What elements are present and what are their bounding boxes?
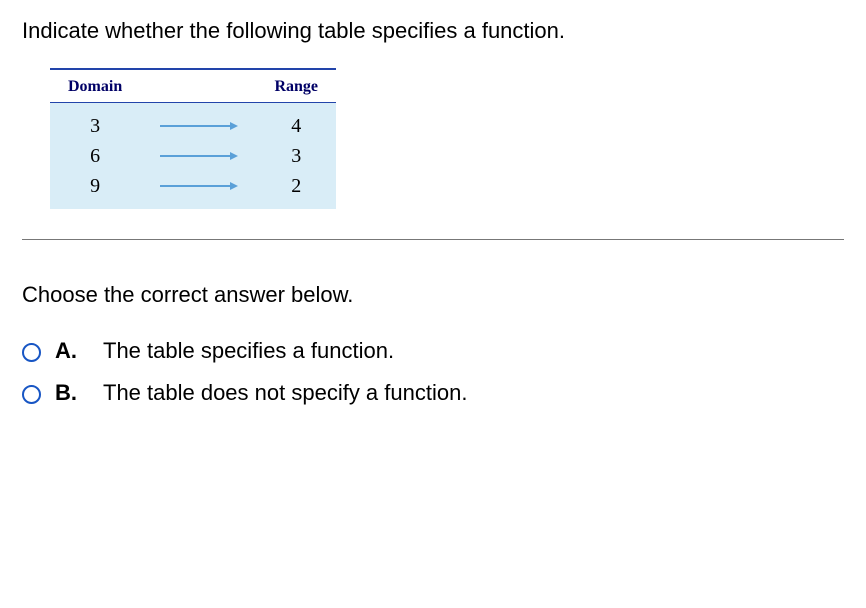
table-row: 6 3 [50,141,336,171]
domain-value: 6 [50,141,140,171]
choices-group: A. The table specifies a function. B. Th… [22,338,844,406]
arrow-icon [158,143,238,169]
radio-icon[interactable] [22,385,41,404]
range-header: Range [256,69,336,103]
domain-value: 3 [50,103,140,142]
choice-text: The table specifies a function. [103,338,394,364]
range-value: 3 [256,141,336,171]
mapping-table: Domain Range 3 4 6 3 9 [50,68,336,209]
answer-prompt: Choose the correct answer below. [22,282,844,308]
table-row: 3 4 [50,103,336,142]
arrow-icon [158,173,238,199]
arrow-cell [140,141,256,171]
arrow-icon [158,113,238,139]
range-value: 4 [256,103,336,142]
domain-value: 9 [50,171,140,209]
choice-a[interactable]: A. The table specifies a function. [22,338,844,364]
table-row: 9 2 [50,171,336,209]
choice-letter: B. [55,380,81,406]
section-divider [22,239,844,240]
choice-b[interactable]: B. The table does not specify a function… [22,380,844,406]
arrow-header [140,69,256,103]
domain-header: Domain [50,69,140,103]
choice-text: The table does not specify a function. [103,380,467,406]
arrow-cell [140,171,256,209]
range-value: 2 [256,171,336,209]
mapping-table-container: Domain Range 3 4 6 3 9 [50,68,844,209]
radio-icon[interactable] [22,343,41,362]
choice-letter: A. [55,338,81,364]
question-text: Indicate whether the following table spe… [22,18,844,44]
arrow-cell [140,103,256,142]
